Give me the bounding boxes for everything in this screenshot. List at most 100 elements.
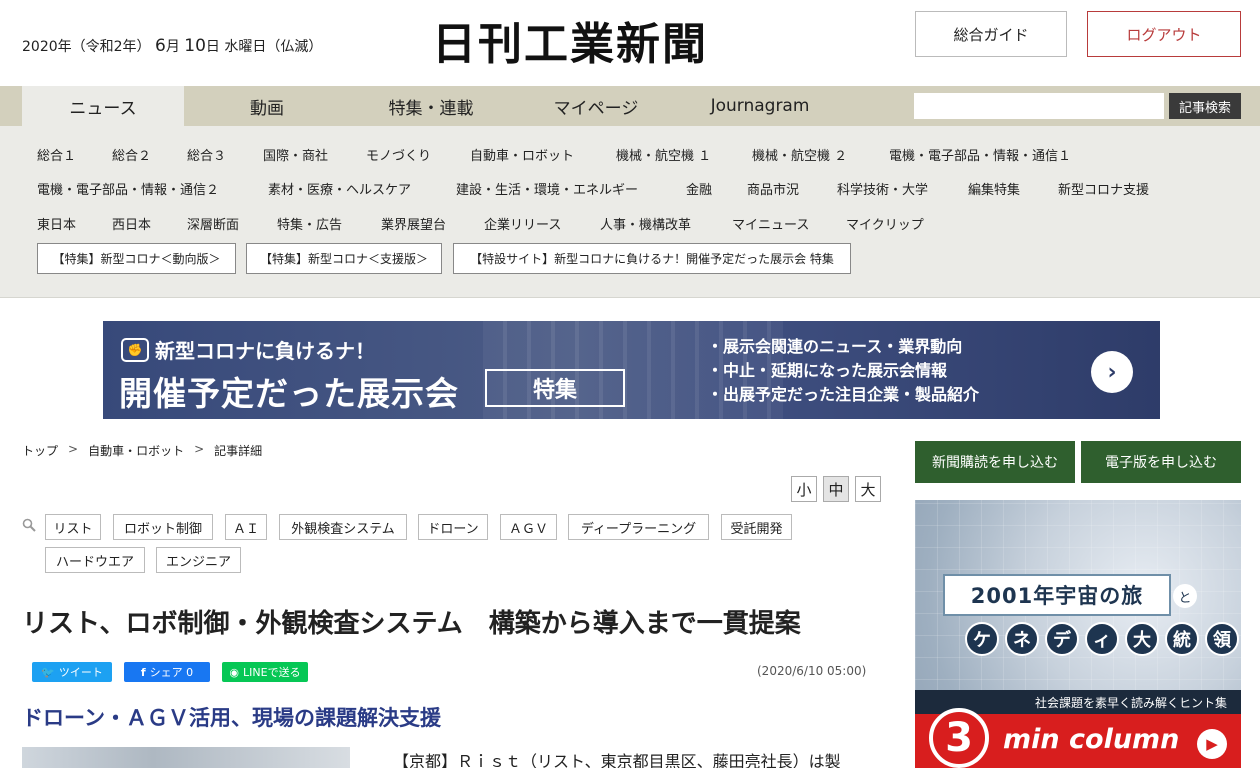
font-size-medium[interactable]: 中 (823, 476, 849, 502)
facebook-share-label: シェア 0 (149, 666, 194, 679)
subscribe-digital-button[interactable]: 電子版を申し込む (1081, 441, 1241, 483)
category-link[interactable]: 電機・電子部品・情報・通信２ (37, 179, 219, 198)
category-link[interactable]: 商品市況 (747, 179, 799, 198)
tweet-button[interactable]: 🐦 ツイート (32, 662, 112, 682)
ad-char: 統 (1165, 622, 1199, 656)
special-link-trend[interactable]: 【特集】新型コロナ＜動向版＞ (37, 243, 236, 274)
banner-line1-text: 新型コロナに負けるナ！ (155, 339, 375, 363)
article-title: リスト、ロボ制御・外観検査システム 構築から導入まで一貫提案 (22, 609, 801, 639)
category-link[interactable]: 東日本 (37, 214, 76, 233)
ad-char: ケ (965, 622, 999, 656)
current-date: 2020年（令和2年） 6月 10日 水曜日（仏滅） (22, 36, 322, 56)
category-link[interactable]: モノづくり (366, 145, 431, 164)
tag[interactable]: 外観検査システム (279, 514, 407, 540)
line-share-label: LINEで送る (243, 666, 301, 679)
category-link[interactable]: 企業リリース (484, 214, 561, 233)
category-link[interactable]: 総合３ (187, 145, 226, 164)
category-link[interactable]: 業界展望台 (381, 214, 446, 233)
tweet-label: ツイート (58, 666, 103, 679)
breadcrumb-separator: > (194, 442, 205, 456)
twitter-icon: 🐦 (41, 665, 55, 679)
facebook-icon: f (140, 665, 146, 679)
category-link[interactable]: 深層断面 (187, 214, 239, 233)
logout-button[interactable]: ログアウト (1087, 11, 1241, 57)
ad-min-column: min column (1003, 724, 1180, 755)
category-link[interactable]: 総合２ (112, 145, 151, 164)
banner-line2: 開催予定だった展示会 (119, 374, 459, 413)
date-day-unit: 日 (205, 39, 220, 55)
tag[interactable]: 受託開発 (721, 514, 792, 540)
search-icon (22, 518, 36, 532)
date-year: 2020年（令和2年） (22, 39, 151, 55)
breadcrumb-category[interactable]: 自動車・ロボット (88, 442, 184, 459)
category-link[interactable]: 編集特集 (968, 179, 1020, 198)
tag[interactable]: ハードウエア (45, 547, 145, 573)
main-nav: ニュース 動画 特集・連載 マイページ Journagram 記事検索 (0, 86, 1260, 126)
line-share-button[interactable]: ◉ LINEで送る (222, 662, 308, 682)
site-header: 2020年（令和2年） 6月 10日 水曜日（仏滅） 日刊工業新聞 総合ガイド … (0, 0, 1260, 86)
special-link-support[interactable]: 【特集】新型コロナ＜支援版＞ (246, 243, 442, 274)
category-link[interactable]: 科学技術・大学 (837, 179, 928, 198)
category-link[interactable]: 電機・電子部品・情報・通信１ (889, 145, 1071, 164)
tag[interactable]: ＡＩ (225, 514, 267, 540)
play-icon[interactable]: ▶ (1197, 729, 1227, 759)
tag[interactable]: ディープラーニング (568, 514, 709, 540)
banner-bullet: ・中止・延期になった展示会情報 (707, 361, 948, 380)
category-link[interactable]: 人事・機構改革 (600, 214, 691, 233)
category-link[interactable]: 金融 (686, 179, 712, 198)
article-body: 【京都】Ｒｉｓｔ（リスト、東京都目黒区、藤田亮社長）は製 (393, 752, 841, 768)
facebook-share-button[interactable]: f シェア 0 (124, 662, 210, 682)
tab-features[interactable]: 特集・連載 (350, 86, 512, 126)
breadcrumb-separator: > (68, 442, 79, 456)
tag[interactable]: エンジニア (156, 547, 241, 573)
font-size-large[interactable]: 大 (855, 476, 881, 502)
banner-bullet: ・出展予定だった注目企業・製品紹介 (707, 385, 980, 404)
tab-video[interactable]: 動画 (188, 86, 346, 126)
exhibition-banner[interactable]: ✊ 新型コロナに負けるナ！ 開催予定だった展示会 特集 ・展示会関連のニュース・… (103, 321, 1160, 419)
search-button[interactable]: 記事検索 (1169, 93, 1241, 119)
tag[interactable]: リスト (45, 514, 101, 540)
ad-char: 大 (1125, 622, 1159, 656)
tag[interactable]: ドローン (418, 514, 488, 540)
fist-icon: ✊ (121, 337, 149, 362)
ad-char: ネ (1005, 622, 1039, 656)
banner-bullets: ・展示会関連のニュース・業界動向 ・中止・延期になった展示会情報 ・出展予定だっ… (707, 335, 979, 407)
category-link[interactable]: 西日本 (112, 214, 151, 233)
tab-mypage[interactable]: マイページ (516, 86, 676, 126)
tab-journagram[interactable]: Journagram (680, 86, 840, 126)
date-month: 6 (155, 36, 166, 56)
banner-tag: 特集 (485, 369, 625, 407)
site-logo[interactable]: 日刊工業新聞 (432, 8, 708, 72)
category-nav: 総合１ 総合２ 総合３ 国際・商社 モノづくり 自動車・ロボット 機械・航空機 … (0, 126, 1260, 298)
category-link[interactable]: 素材・医療・ヘルスケア (268, 179, 411, 198)
category-link[interactable]: 総合１ (37, 145, 76, 164)
category-link[interactable]: 機械・航空機 ２ (752, 145, 847, 164)
guide-button[interactable]: 総合ガイド (915, 11, 1067, 57)
category-link[interactable]: 特集・広告 (277, 214, 342, 233)
category-link[interactable]: 建設・生活・環境・エネルギー (456, 179, 638, 198)
banner-line1: ✊ 新型コロナに負けるナ！ (121, 335, 375, 364)
category-link[interactable]: 国際・商社 (263, 145, 328, 164)
chevron-right-icon[interactable]: › (1091, 351, 1133, 393)
ad-char: デ (1045, 622, 1079, 656)
tag[interactable]: ロボット制御 (113, 514, 213, 540)
subscribe-paper-button[interactable]: 新聞購読を申し込む (915, 441, 1075, 483)
category-link[interactable]: 機械・航空機 １ (616, 145, 711, 164)
tag[interactable]: ＡＧＶ (500, 514, 557, 540)
search-input[interactable] (914, 93, 1164, 119)
date-day: 10 (184, 36, 206, 56)
category-link[interactable]: マイクリップ (846, 214, 924, 233)
breadcrumb-top[interactable]: トップ (22, 442, 58, 459)
category-link[interactable]: マイニュース (732, 214, 809, 233)
special-link-exhibition[interactable]: 【特設サイト】新型コロナに負けるナ！開催予定だった展示会 特集 (453, 243, 851, 274)
category-link[interactable]: 自動車・ロボット (470, 145, 574, 164)
category-link[interactable]: 新型コロナ支援 (1058, 179, 1149, 198)
breadcrumb: トップ > 自動車・ロボット > 記事詳細 (22, 442, 262, 459)
line-icon: ◉ (229, 665, 240, 679)
ad-title: 2001年宇宙の旅 (943, 574, 1171, 616)
min-column-ad[interactable]: 2001年宇宙の旅 と ケ ネ デ ィ 大 統 領 社会課題を素早く読み解くヒン… (915, 500, 1241, 768)
tab-news[interactable]: ニュース (22, 86, 184, 126)
font-size-small[interactable]: 小 (791, 476, 817, 502)
article-subtitle: ドローン・ＡＧＶ活用、現場の課題解決支援 (22, 706, 441, 730)
ad-to: と (1173, 584, 1197, 608)
